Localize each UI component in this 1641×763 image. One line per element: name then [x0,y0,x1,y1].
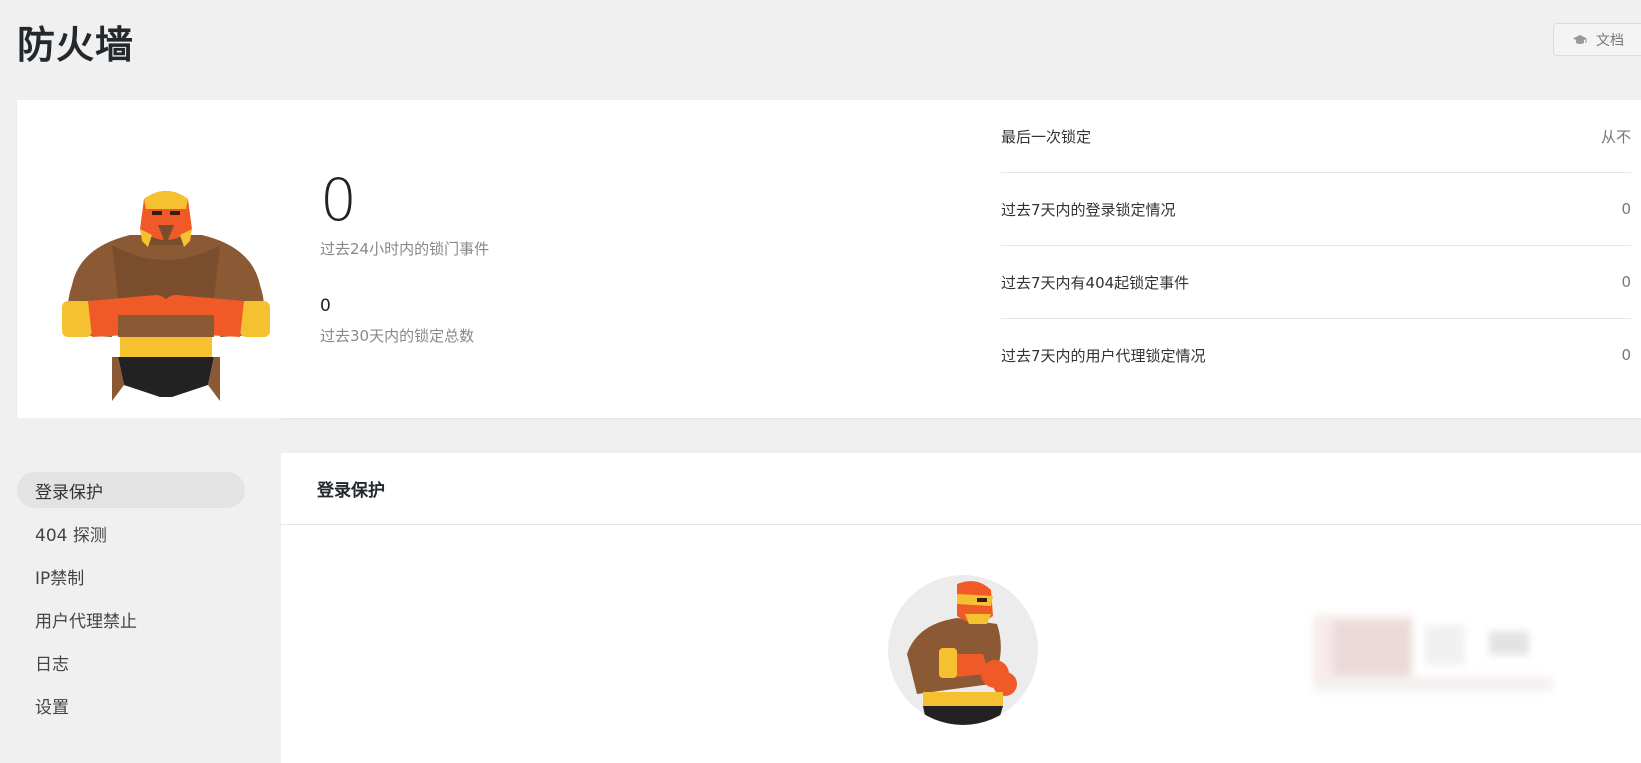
sidebar-item-logs[interactable]: 日志 [17,644,245,680]
graduation-cap-icon [1572,34,1588,46]
lockout-detail-list: 最后一次锁定 从不 过去7天内的登录锁定情况 0 过去7天内有404起锁定事件 … [1001,100,1631,391]
sidebar-item-user-agent-ban[interactable]: 用户代理禁止 [17,601,245,637]
docs-button[interactable]: 文档 [1553,23,1641,56]
docs-button-label: 文档 [1596,32,1624,49]
sidebar-item-login-protection[interactable]: 登录保护 [17,472,245,508]
detail-value: 从不 [1600,127,1631,146]
detail-label: 过去7天内的登录锁定情况 [1001,200,1176,219]
lockouts-30d-count: 0 [320,296,331,316]
lockouts-24h-count: 0 [320,166,357,234]
detail-row-login-lockouts: 过去7天内的登录锁定情况 0 [1001,173,1631,246]
detail-row-user-agent-lockouts: 过去7天内的用户代理锁定情况 0 [1001,319,1631,391]
lockout-summary-card: 0 过去24小时内的锁门事件 0 过去30天内的锁定总数 最后一次锁定 从不 过… [17,100,1641,418]
lockouts-24h-label: 过去24小时内的锁门事件 [320,240,490,258]
firewall-sidebar-nav: 登录保护 404 探测 IP禁制 用户代理禁止 日志 设置 [0,418,281,763]
wrestler-mascot-illustration [52,185,280,405]
blurred-redacted-area [1313,615,1573,697]
detail-row-404-lockouts: 过去7天内有404起锁定事件 0 [1001,246,1631,319]
detail-row-last-lockout: 最后一次锁定 从不 [1001,100,1631,173]
login-protection-panel: 登录保护 [281,453,1641,763]
detail-label: 过去7天内有404起锁定事件 [1001,273,1190,292]
detail-label: 最后一次锁定 [1001,127,1092,146]
lockouts-30d-label: 过去30天内的锁定总数 [320,327,475,345]
detail-value: 0 [1621,200,1631,218]
sidebar-item-404-detection[interactable]: 404 探测 [17,515,245,551]
sidebar-item-ip-ban[interactable]: IP禁制 [17,558,245,594]
wrestler-punch-illustration [887,574,1039,730]
detail-value: 0 [1621,346,1631,364]
sidebar-item-settings[interactable]: 设置 [17,687,245,723]
panel-title: 登录保护 [281,453,1641,525]
page-title: 防火墙 [17,23,135,67]
detail-value: 0 [1621,273,1631,291]
detail-label: 过去7天内的用户代理锁定情况 [1001,346,1206,365]
